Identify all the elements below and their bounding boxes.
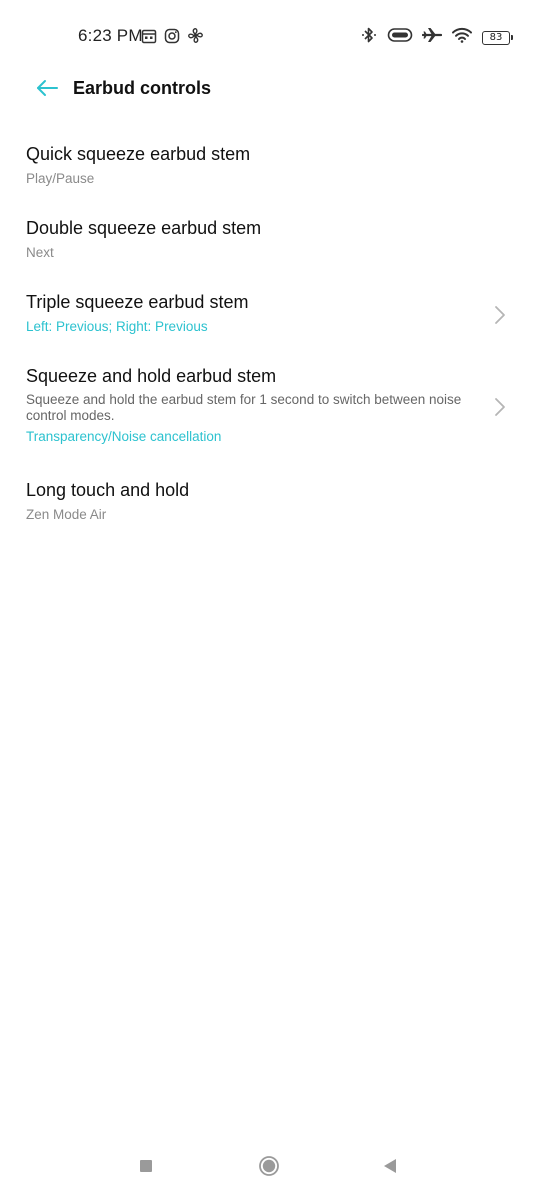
fan-icon [187,27,204,49]
status-time: 6:23 PM [78,26,143,45]
setting-long-touch-hold[interactable]: Long touch and hold Zen Mode Air [0,462,540,540]
airplane-icon [421,26,443,49]
setting-value: Next [26,245,54,260]
setting-title: Triple squeeze earbud stem [26,292,249,312]
setting-value: Transparency/Noise cancellation [26,429,222,444]
instagram-icon [164,28,180,49]
setting-value: Zen Mode Air [26,507,107,522]
app-header: Earbud controls [0,66,540,114]
triangle-back-icon [383,1158,397,1179]
chevron-right-icon [494,397,506,417]
circle-icon [258,1155,280,1182]
status-bar: 6:23 PM 83 [0,0,540,72]
navigation-bar [0,1140,540,1200]
setting-value: Play/Pause [26,171,95,186]
earbuds-battery-icon [387,26,413,49]
battery-icon: 83 [482,30,513,45]
back-button[interactable] [26,74,68,106]
setting-title: Quick squeeze earbud stem [26,144,251,164]
arrow-left-icon [35,79,59,102]
setting-title: Double squeeze earbud stem [26,218,262,238]
status-left-icons [141,27,204,49]
setting-quick-squeeze[interactable]: Quick squeeze earbud stem Play/Pause [0,124,540,204]
setting-description: Squeeze and hold the earbud stem for 1 s… [26,392,462,423]
status-right-icons: 83 [360,26,513,49]
page-title: Earbud controls [73,78,212,98]
bluetooth-icon [360,26,378,49]
setting-title: Squeeze and hold earbud stem [26,366,277,386]
wifi-icon [451,26,473,49]
recents-button[interactable] [126,1152,166,1184]
setting-title: Long touch and hold [26,480,190,500]
chevron-right-icon [494,305,506,325]
setting-double-squeeze[interactable]: Double squeeze earbud stem Next [0,204,540,278]
nav-back-button[interactable] [370,1152,410,1184]
settings-list: Quick squeeze earbud stem Play/Pause Dou… [0,124,540,540]
square-icon [139,1159,153,1178]
home-button[interactable] [249,1152,289,1184]
battery-level: 83 [489,32,503,43]
setting-value: Left: Previous; Right: Previous [26,319,208,334]
setting-squeeze-hold[interactable]: Squeeze and hold earbud stem Squeeze and… [0,352,540,462]
setting-triple-squeeze[interactable]: Triple squeeze earbud stem Left: Previou… [0,278,540,352]
calendar-icon [141,28,157,49]
